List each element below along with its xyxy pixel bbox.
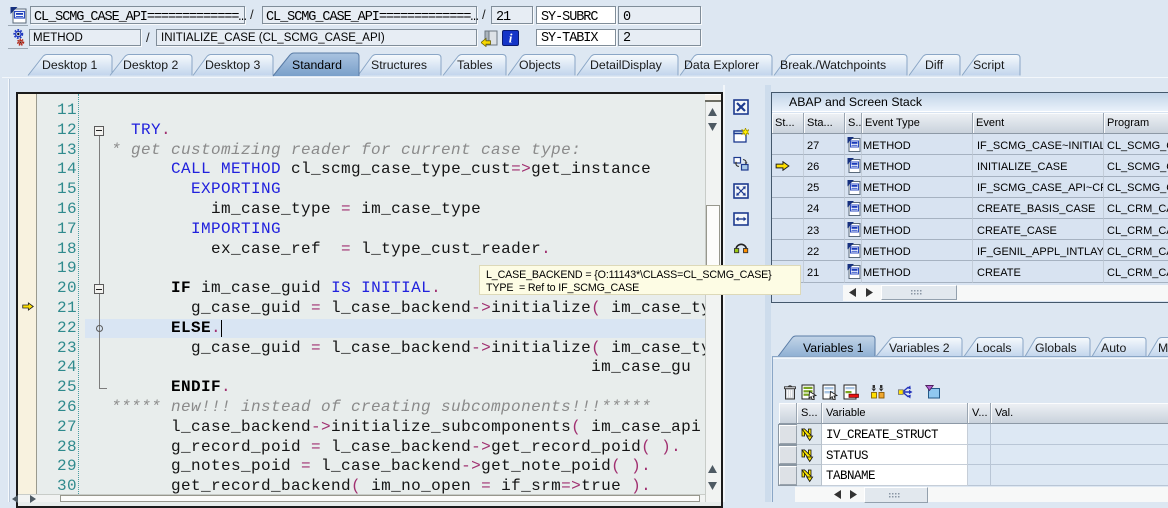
svg-text:DetailDisplay: DetailDisplay xyxy=(590,58,663,72)
svg-text:Structures: Structures xyxy=(371,58,427,72)
svg-text:Globals: Globals xyxy=(1035,341,1077,355)
svg-text:Objects: Objects xyxy=(519,58,561,72)
svg-text:Locals: Locals xyxy=(976,341,1012,355)
svg-text:Script: Script xyxy=(973,58,1005,72)
svg-text:Desktop 2: Desktop 2 xyxy=(123,58,179,72)
svg-text:i: i xyxy=(509,31,513,46)
svg-text:Variables 2: Variables 2 xyxy=(889,341,950,355)
svg-text:Variables 1: Variables 1 xyxy=(803,341,864,355)
svg-text:Desktop 1: Desktop 1 xyxy=(42,58,98,72)
svg-text:Diff: Diff xyxy=(925,58,944,72)
svg-text:Standard: Standard xyxy=(292,58,342,72)
svg-text:Data Explorer: Data Explorer xyxy=(684,58,759,72)
svg-text:Desktop 3: Desktop 3 xyxy=(205,58,261,72)
svg-text:Break./Watchpoints: Break./Watchpoints xyxy=(780,58,886,72)
svg-text:Tables: Tables xyxy=(457,58,493,72)
svg-text:More: More xyxy=(1158,341,1168,355)
svg-text:Auto: Auto xyxy=(1101,341,1126,355)
